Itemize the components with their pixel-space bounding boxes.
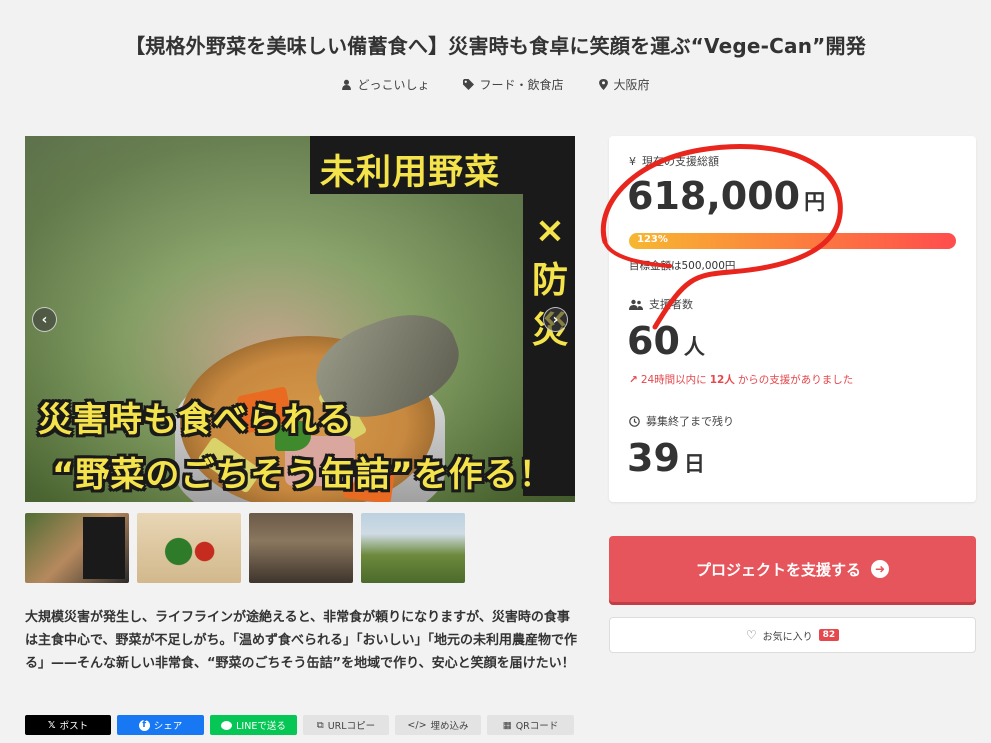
line-icon — [221, 720, 233, 730]
user-icon — [342, 79, 352, 90]
caption-line-1: 災害時も食べられる — [38, 400, 353, 440]
backers-label: 支援者数 — [629, 296, 693, 312]
location-link[interactable]: 大阪府 — [598, 76, 650, 93]
code-icon: </> — [407, 719, 427, 731]
support-project-button[interactable]: プロジェクトを支援する ➜ — [609, 536, 976, 602]
banner-top-text: 未利用野菜 — [320, 153, 501, 193]
project-title: 【規格外野菜を美味しい備蓄食へ】災害時も食卓に笑顔を運ぶ“Vege-Can”開発 — [125, 34, 866, 58]
embed-button[interactable]: </> 埋め込み — [395, 715, 481, 735]
category-link[interactable]: フード・飲食店 — [463, 76, 564, 93]
project-description: 大規模災害が発生し、ライフラインが途絶えると、非常食が頼りになりますが、災害時の… — [25, 610, 577, 671]
copy-url-button[interactable]: ⧉ URLコピー — [303, 715, 389, 735]
author-name: どっこいしょ — [357, 78, 430, 92]
remaining-label: 募集終了まで残り — [629, 413, 734, 429]
qr-icon: ▦ — [502, 719, 512, 731]
facebook-icon: f — [138, 719, 150, 731]
category-name: フード・飲食店 — [479, 78, 564, 92]
remaining-value: 39 日 — [627, 436, 705, 480]
heart-icon: ♡ — [745, 628, 757, 642]
backers-trend: ↗ 24時間以内に 12人 からの支援がありました — [629, 373, 854, 387]
next-image-button[interactable]: › — [543, 307, 568, 332]
amount-label: ¥ 現在の支援総額 — [629, 154, 719, 169]
tag-icon — [463, 79, 475, 90]
share-line-button[interactable]: LINEで送る — [210, 715, 297, 735]
qr-code-button[interactable]: ▦ QRコード — [487, 715, 574, 735]
amount-value: 618,000 円 — [627, 174, 826, 218]
thumbnail-strip — [25, 513, 465, 583]
share-facebook-button[interactable]: f シェア — [117, 715, 204, 735]
share-x-button[interactable]: 𝕏 ポスト — [25, 715, 111, 735]
arrow-right-circle-icon: ➜ — [871, 560, 889, 578]
chevron-right-icon: › — [552, 311, 559, 328]
thumb-chefs[interactable] — [249, 513, 353, 583]
chevron-left-icon: ‹ — [41, 311, 48, 328]
map-pin-icon — [598, 79, 608, 90]
copy-icon: ⧉ — [316, 719, 324, 731]
clock-icon — [629, 415, 640, 427]
prev-image-button[interactable]: ‹ — [32, 307, 57, 332]
backers-value: 60 人 — [627, 319, 705, 363]
hero-image[interactable]: 未利用野菜 ×防災 災害時も食べられる “野菜のごちそう缶詰”を作る！ — [25, 136, 575, 502]
share-buttons: 𝕏 ポスト f シェア LINEで送る ⧉ URLコピー </> 埋め込み ▦ QRコード — [25, 715, 574, 735]
funding-progress-bar: 123% — [629, 233, 956, 249]
thumb-vegetables[interactable] — [137, 513, 241, 583]
author-link[interactable]: どっこいしょ — [341, 76, 429, 93]
project-meta: どっこいしょ フード・飲食店 大阪府 — [0, 76, 991, 93]
thumb-farm-group[interactable] — [361, 513, 465, 583]
favorite-count-badge: 82 — [818, 629, 840, 641]
progress-percent: 123% — [637, 234, 668, 245]
stats-card: ¥ 現在の支援総額 618,000 円 123% 目標金額は500,000円 支援者… — [609, 136, 976, 502]
users-icon — [629, 299, 643, 310]
location-name: 大阪府 — [613, 78, 650, 92]
favorite-button[interactable]: ♡ お気に入り 82 — [609, 617, 976, 653]
x-logo-icon: 𝕏 — [47, 719, 56, 731]
thumb-can[interactable] — [25, 513, 129, 583]
trending-up-icon: ↗ — [629, 373, 638, 386]
banner-side-text: ×防災 — [531, 210, 568, 351]
caption-line-2: “野菜のごちそう缶詰”を作る！ — [52, 455, 554, 495]
yen-icon: ¥ — [629, 154, 636, 168]
goal-amount: 目標金額は500,000円 — [629, 260, 736, 272]
